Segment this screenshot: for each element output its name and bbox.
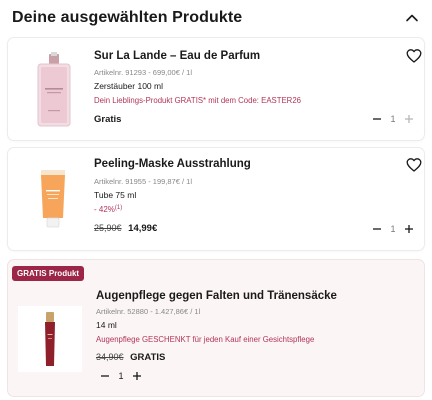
- decrease-quantity-button[interactable]: [370, 112, 384, 126]
- minus-icon: [373, 228, 381, 230]
- discount-percent: - 42%: [94, 205, 115, 214]
- minus-icon: [373, 118, 381, 120]
- free-product-badge: GRATIS Produkt: [12, 266, 85, 281]
- increase-quantity-button[interactable]: [130, 369, 144, 383]
- quantity-stepper[interactable]: 1: [370, 222, 416, 236]
- product-size: Zerstäuber 100 ml: [94, 81, 163, 91]
- product-price: 14,99€: [128, 223, 158, 234]
- price-row: 25,90€ 14,99€: [94, 223, 157, 234]
- product-size: Tube 75 ml: [94, 190, 137, 200]
- discount-label: - 42%(1): [94, 205, 122, 214]
- heart-outline-icon[interactable]: [406, 48, 422, 64]
- plus-icon: [405, 225, 413, 233]
- price-row: 34,90€ GRATIS: [96, 352, 165, 363]
- product-price: Gratis: [94, 114, 122, 125]
- promo-message: Dein Lieblings-Produkt GRATIS* mit dem C…: [94, 96, 301, 105]
- quantity-stepper[interactable]: 1: [370, 112, 416, 126]
- decrease-quantity-button[interactable]: [98, 369, 112, 383]
- quantity-value[interactable]: 1: [384, 224, 402, 234]
- product-name[interactable]: Peeling-Maske Ausstrahlung: [94, 158, 251, 170]
- promo-message: Augenpflege GESCHENKT für jeden Kauf ein…: [96, 335, 315, 344]
- section-title: Deine ausgewählten Produkte: [12, 9, 243, 26]
- product-name[interactable]: Augenpflege gegen Falten und Tränensäcke: [96, 290, 337, 302]
- quantity-value[interactable]: 1: [384, 114, 402, 124]
- chevron-up-icon[interactable]: [404, 10, 420, 26]
- increase-quantity-button[interactable]: [402, 222, 416, 236]
- plus-icon: [133, 372, 141, 380]
- old-price: 25,90€: [94, 223, 122, 233]
- increase-quantity-button[interactable]: [402, 112, 416, 126]
- quantity-value[interactable]: 1: [112, 371, 130, 381]
- eye-cream-tube-image[interactable]: [18, 306, 82, 372]
- discount-footnote: (1): [114, 205, 123, 211]
- perfume-bottle-image[interactable]: [30, 52, 78, 128]
- plus-icon: [405, 115, 413, 123]
- product-name[interactable]: Sur La Lande – Eau de Parfum: [94, 50, 260, 62]
- old-price: 34,90€: [96, 352, 124, 362]
- selected-products-header[interactable]: Deine ausgewählten Produkte: [0, 0, 432, 38]
- peeling-mask-tube-image[interactable]: [38, 170, 68, 228]
- article-number: Artikelnr. 91955 - 199,87€ / 1l: [94, 177, 192, 186]
- article-number: Artikelnr. 52880 - 1.427,86€ / 1l: [96, 307, 201, 316]
- heart-outline-icon[interactable]: [406, 157, 422, 173]
- product-price: GRATIS: [130, 352, 166, 363]
- decrease-quantity-button[interactable]: [370, 222, 384, 236]
- minus-icon: [101, 375, 109, 377]
- product-size: 14 ml: [96, 320, 117, 330]
- article-number: Artikelnr. 91293 - 699,00€ / 1l: [94, 68, 192, 77]
- quantity-stepper[interactable]: 1: [98, 369, 144, 383]
